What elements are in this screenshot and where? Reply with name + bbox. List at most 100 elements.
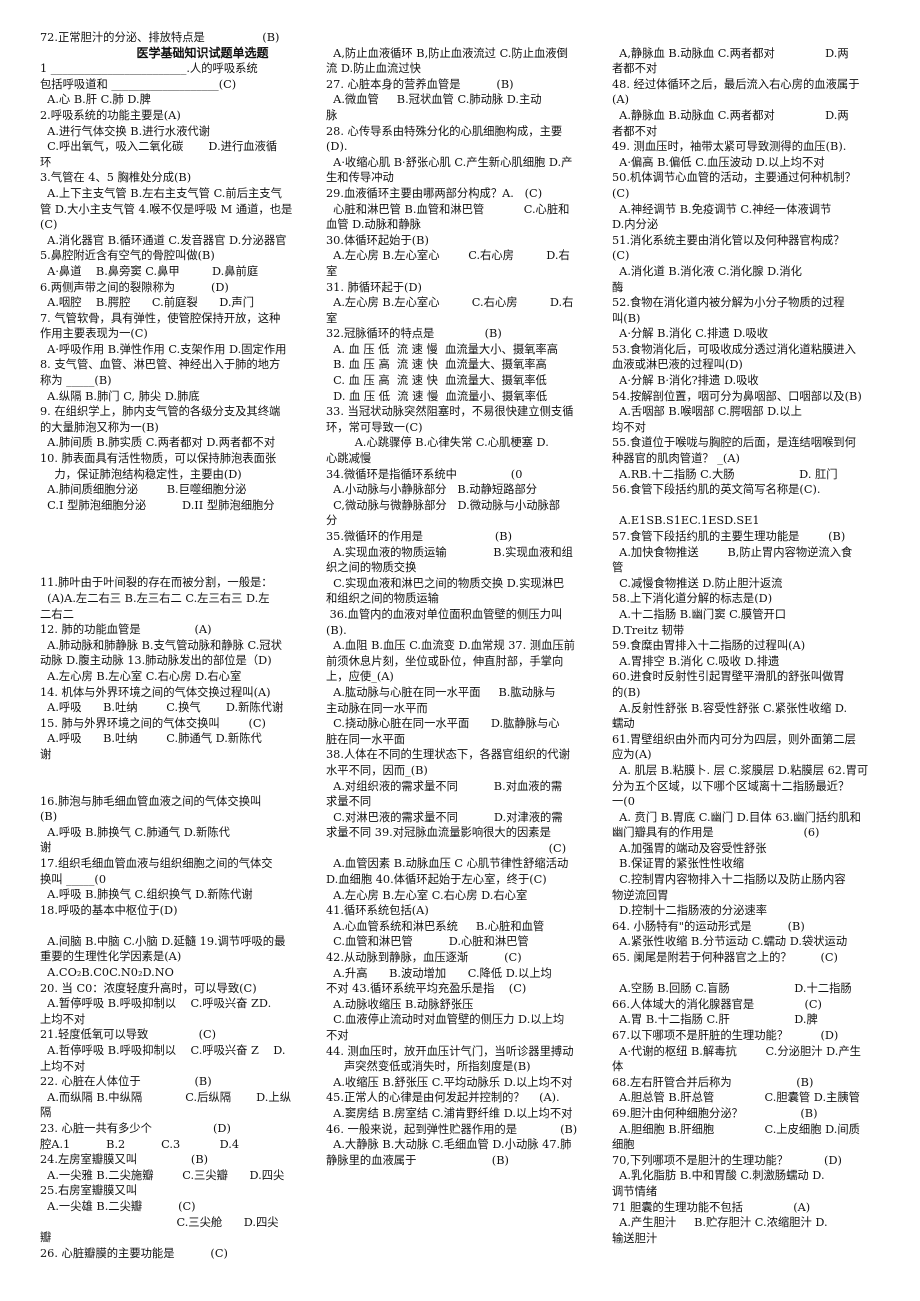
question-line: 21.轻度低氧可以导致 (C) bbox=[40, 1028, 217, 1042]
question-line: 15. 肺与外界环境之间的气体交换叫 (C) bbox=[40, 716, 266, 730]
left-column: 72.正常胆汁的分泌、排放特点是 (B) 医学基础知识试题单选题 1 _______… bbox=[40, 30, 325, 1261]
option-line: D.血细胞 40.体循环起始于左心室，终于(C) bbox=[326, 873, 547, 887]
option-line: A.消化道 B.消化液 C.消化腺 D.消化 bbox=[612, 264, 802, 278]
option-line: 种器官的肌肉管道？ _(A) bbox=[612, 452, 740, 466]
question-line: 20. 当 C0：浓度轻度升高时，可以导致(C) bbox=[40, 981, 257, 995]
middle-column: A,防止血液循环 B,防止血液流过 C.防止血液倒流 D.防止血流过快 27. 心… bbox=[326, 30, 611, 1168]
option-line: A·代谢的枢纽 B.解毒抗 C.分泌胆汁 D.产生 bbox=[612, 1044, 861, 1058]
option-line: A.CO₂B.C0C.N0₂D.NO bbox=[40, 966, 174, 980]
option-line: A.胃 B.十二指肠 C.肝 D.脾 bbox=[612, 1013, 818, 1027]
option-line: (A)A.左二右三 B.左三右二 C.左三右三 D.左 bbox=[40, 592, 270, 605]
option-line: 和组织之间的物质运输 bbox=[326, 592, 439, 606]
option-line: C.呼出氧气，吸入二氧化碳 D.进行血液循 bbox=[40, 140, 278, 154]
option-line: A. 血 压 低 流 速 慢 血流量大小、摄氧率高 bbox=[326, 342, 559, 356]
question-line: 26. 心脏瓣膜的主要功能是 (C) bbox=[40, 1246, 228, 1260]
option-line: A.RB.十二指肠 C.大肠 D. 肛门 bbox=[612, 467, 838, 481]
option-line: C,微动脉与微静脉部分 D.微动脉与小动脉部 bbox=[326, 498, 561, 512]
question-line: 68.左右肝管合并后称为 (B) bbox=[612, 1075, 814, 1089]
option-line: A·鼻道 B.鼻旁窦 C.鼻甲 D.鼻前庭 bbox=[40, 264, 259, 278]
option-line: 心跳减慢 bbox=[326, 452, 372, 466]
option-line: B. 血 压 高 流 速 快 血流量大、摄氧率高 bbox=[326, 358, 547, 372]
question-line: 42.从动脉到静脉，血压逐渐 (C) bbox=[326, 951, 522, 965]
question-line: 50.机体调节心血管的活动，主要通过何种机制？ bbox=[612, 171, 856, 185]
question-line: 5.鼻腔附近含有空气的骨腔叫做(B) bbox=[40, 249, 215, 263]
option-line: A.舌咽部 B.喉咽部 C.腭咽部 D.以上 bbox=[612, 405, 802, 419]
option-line: 水平不同，因而_(B) bbox=[326, 763, 428, 777]
option-line: 物逆流回胃 bbox=[612, 888, 669, 902]
question-line: 35.微循环的作用是 (B) bbox=[326, 530, 512, 543]
option-line: A.心跳骤停 B.心律失常 C.心肌梗塞 D. bbox=[326, 436, 549, 450]
option-line: D.内分泌 bbox=[612, 218, 659, 232]
option-line: A.微血管 B.冠状血管 C.肺动脉 D.主动 bbox=[326, 93, 542, 107]
question-line: 71 胆囊的生理功能不包括 (A) bbox=[612, 1200, 811, 1214]
option-line: 二右二 bbox=[40, 607, 74, 621]
question-line: 24.左房室瓣膜又叫 (B) bbox=[40, 1153, 209, 1167]
question-line: 3.气管在 4、5 胸椎处分成(B) bbox=[40, 171, 192, 185]
question-line: 52.食物在消化道内被分解为小分子物质的过程 bbox=[612, 296, 845, 310]
option-line: A.对组织液的需求量不同 B.对血液的需 bbox=[326, 779, 563, 793]
question-line: 27. 心脏本身的营养血管是 (B) bbox=[326, 77, 514, 91]
option-line: A.左心房 B.左心室 C.右心房 D.右心室 bbox=[40, 669, 242, 683]
option-line: C.对淋巴液的需求量不同 D.对津液的需 bbox=[326, 810, 563, 824]
option-line: A.空肠 B.回肠 C.盲肠 D.十二指肠 bbox=[612, 982, 852, 996]
option-line: 上均不对 bbox=[40, 1012, 86, 1026]
option-line: 血管 D.动脉和静脉 bbox=[326, 218, 421, 232]
option-line: A.左心房 B.左心室 C.右心房 D.右心室 bbox=[326, 888, 528, 902]
option-line: A.一尖雅 B.二尖施瓣 C.三尖瓣 D.四尖 bbox=[40, 1168, 285, 1182]
question-line: 29.血液循环主要由哪两部分构成？A. (C) bbox=[326, 186, 543, 200]
option-line: C.I 型肺泡细胞分泌 D.II 型肺泡细胞分 bbox=[40, 498, 275, 512]
option-line: 的(B) bbox=[612, 685, 641, 699]
option-line: 室 bbox=[326, 264, 338, 278]
option-line: A.反射性舒张 B.容受性舒张 C.紧张性收缩 D. bbox=[612, 701, 848, 715]
option-line: (C) bbox=[326, 841, 567, 855]
option-line: A.乳化脂肪 B.中和胃酸 C.刺激肠蠕动 D. bbox=[612, 1169, 825, 1183]
option-line: A·呼吸作用 B.弹性作用 C.支架作用 D.固定作用 bbox=[40, 342, 287, 356]
option-line: 蠕动 bbox=[612, 717, 635, 731]
option-line: A.实现血液的物质运输 B.实现血液和组 bbox=[326, 545, 573, 559]
right-column: A,静脉血 B.动脉血 C.两者都对 D.两 者都不对 48. 经过体循环之后，最后… bbox=[612, 30, 897, 1246]
question-line: 60.进食时反射性引起胃壁平滑肌的舒张叫做胃 bbox=[612, 670, 845, 684]
option-line: A. 肌层 B.粘膜卜. 层 C.浆膜层 D.粘膜层 62.胃可 bbox=[612, 763, 869, 777]
option-line: 管 bbox=[612, 561, 624, 575]
option-line: A.十二指肠 B.幽门窦 C.膜管开口 bbox=[612, 607, 787, 621]
option-line: 重要的生理性化学因素是(A) bbox=[40, 950, 182, 964]
option-line: A.加强胃的端动及容受性舒张 bbox=[612, 841, 767, 855]
option-line: A.小动脉与小静脉部分 B.动静短路部分 bbox=[326, 483, 538, 497]
option-line: 瓣 bbox=[40, 1231, 52, 1245]
option-line: A.一尖雄 B.二尖瓣 (C) bbox=[40, 1199, 196, 1213]
question-line: 14. 机体与外界环境之间的气体交换过程叫(A) bbox=[40, 685, 271, 699]
option-line: 室 bbox=[326, 311, 338, 325]
question-line: 10. 肺表面具有活性物质，可以保持肺泡表面张 bbox=[40, 452, 277, 466]
option-line: A.呼吸 B.肺换气 C.肺通气 D.新陈代 bbox=[40, 825, 230, 839]
question-line: 2.呼吸系统的功能主要是(A) bbox=[40, 108, 181, 122]
option-line: C. 血 压 高 流 速 快 血流量大、摄氧率低 bbox=[326, 374, 547, 388]
option-line: A.间脑 B.中脑 C.小脑 D.延髓 19.调节呼吸的最 bbox=[40, 934, 286, 948]
option-line: A.E1SB.S1EC.1ESD.SE1 bbox=[612, 514, 760, 528]
question-line: 25.右房室瓣膜又叫 bbox=[40, 1184, 138, 1198]
option-line: 织之间的物质交换 bbox=[326, 561, 417, 575]
option-line: 静脉里的血液属于 (B) bbox=[326, 1153, 509, 1167]
option-line: (B). bbox=[326, 623, 347, 637]
question-line: 18.呼吸的基本中枢位于(D) bbox=[40, 903, 178, 917]
option-line: 不对 bbox=[326, 1029, 349, 1042]
option-line: B.保证胃的紧张性性收缩 bbox=[612, 857, 745, 871]
option-line: A.暂停呼吸 B.呼吸抑制以 C.呼吸兴奋 ZD. bbox=[40, 997, 272, 1011]
option-line: 求量不同 39.对冠脉血流量影响很大的因素是 bbox=[326, 826, 551, 840]
question-line: 49. 测血压时，袖带太紧可导致测得的血压(B). bbox=[612, 140, 847, 154]
option-line: 体 bbox=[612, 1060, 624, 1074]
option-line: 腔A.1 B.2 C.3 D.4 bbox=[40, 1137, 240, 1151]
option-line: 流 D.防止血流过快 bbox=[326, 62, 421, 76]
option-line: A·偏高 B.偏低 C.血压波动 D.以上均不对 bbox=[612, 155, 825, 169]
option-line: A.紧张性收缩 B.分节运动 C.蠕动 D.袋状运动 bbox=[612, 935, 848, 949]
option-line: 作用主要表现为一(C) bbox=[40, 327, 148, 341]
option-line: A.动脉收缩压 B.动脉舒张压 bbox=[326, 997, 474, 1011]
question-line: 8. 支气管、血管、淋巴管、神经出入于肺的地方 bbox=[40, 358, 281, 372]
question-line: 32.冠脉循环的特点是 (B) bbox=[326, 327, 502, 341]
option-line: 者都不对 bbox=[612, 62, 658, 76]
option-line: 环 bbox=[40, 155, 52, 169]
option-line: A.胆总管 B.肝总管 C.胆囊管 D.主胰管 bbox=[612, 1091, 860, 1105]
option-line: A.纵隔 B.肺门 C, 肺尖 D.肺底 bbox=[40, 389, 200, 403]
